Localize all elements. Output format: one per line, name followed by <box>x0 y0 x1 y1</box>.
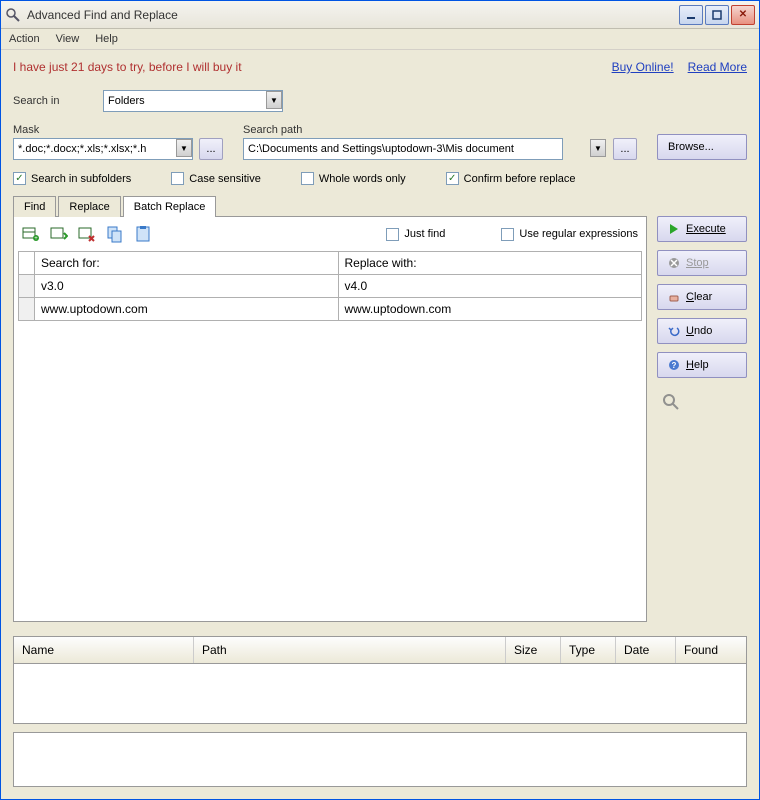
tab-find[interactable]: Find <box>13 196 56 217</box>
menu-action[interactable]: Action <box>9 33 40 45</box>
batch-grid: Search for: Replace with: v3.0 v4.0 www.… <box>14 251 646 325</box>
maximize-button[interactable] <box>705 5 729 25</box>
stop-button[interactable]: Stop <box>657 250 747 276</box>
tab-replace[interactable]: Replace <box>58 196 120 217</box>
batch-toolbar: + Just find Use regular expressions <box>14 217 646 251</box>
batch-panel: + Just find Use regular expressions Sear… <box>13 216 647 622</box>
col-name[interactable]: Name <box>14 637 194 663</box>
undo-button[interactable]: Undo <box>657 318 747 344</box>
undo-icon <box>668 325 680 337</box>
row-selector[interactable] <box>19 298 35 321</box>
magnifier-icon[interactable] <box>661 392 681 412</box>
browse-button[interactable]: Browse... <box>657 134 747 160</box>
copy-icon[interactable] <box>106 225 124 243</box>
search-in-label: Search in <box>13 95 93 107</box>
menubar: Action View Help <box>1 29 759 50</box>
close-button[interactable]: ✕ <box>731 5 755 25</box>
buy-online-link[interactable]: Buy Online! <box>612 60 674 74</box>
search-path-label: Search path <box>243 124 637 136</box>
chevron-down-icon[interactable]: ▼ <box>266 91 282 109</box>
search-path-input[interactable] <box>243 138 563 160</box>
case-sensitive-checkbox[interactable]: Case sensitive <box>171 172 261 185</box>
chevron-down-icon[interactable]: ▼ <box>590 139 606 157</box>
titlebar: Advanced Find and Replace ✕ <box>1 1 759 29</box>
window-title: Advanced Find and Replace <box>27 8 679 22</box>
trial-message: I have just 21 days to try, before I wil… <box>13 60 612 74</box>
chevron-down-icon[interactable]: ▼ <box>176 139 192 157</box>
col-found[interactable]: Found <box>676 637 746 663</box>
help-button[interactable]: ? Help <box>657 352 747 378</box>
grid-empty-area <box>14 325 646 621</box>
app-window: Advanced Find and Replace ✕ Action View … <box>0 0 760 800</box>
options-row: ✓Search in subfolders Case sensitive Who… <box>1 166 759 195</box>
search-in-row: Search in ▼ <box>1 84 759 118</box>
svg-text:+: + <box>34 236 38 242</box>
minimize-button[interactable] <box>679 5 703 25</box>
import-icon[interactable] <box>50 225 68 243</box>
window-controls: ✕ <box>679 5 755 25</box>
cell-search[interactable]: www.uptodown.com <box>35 298 339 321</box>
col-search-for[interactable]: Search for: <box>35 252 339 275</box>
col-path[interactable]: Path <box>194 637 506 663</box>
preview-pane[interactable] <box>13 732 747 787</box>
paste-icon[interactable] <box>134 225 152 243</box>
whole-words-checkbox[interactable]: Whole words only <box>301 172 406 185</box>
delete-row-icon[interactable] <box>78 225 96 243</box>
subfolders-checkbox[interactable]: ✓Search in subfolders <box>13 172 131 185</box>
confirm-replace-checkbox[interactable]: ✓Confirm before replace <box>446 172 576 185</box>
col-replace-with[interactable]: Replace with: <box>338 252 642 275</box>
row-selector[interactable] <box>19 275 35 298</box>
results-list[interactable] <box>13 664 747 724</box>
app-icon <box>5 7 21 23</box>
tabs: Find Replace Batch Replace <box>1 196 759 217</box>
tab-batch-replace[interactable]: Batch Replace <box>123 196 217 217</box>
eraser-icon <box>668 291 680 303</box>
execute-button[interactable]: Execute <box>657 216 747 242</box>
add-row-icon[interactable]: + <box>22 225 40 243</box>
use-regex-checkbox[interactable]: Use regular expressions <box>501 228 638 241</box>
results-header: Name Path Size Type Date Found <box>13 636 747 664</box>
search-in-select[interactable] <box>103 90 283 112</box>
side-buttons: Execute Stop Clear Undo ? Help <box>657 216 747 622</box>
just-find-checkbox[interactable]: Just find <box>386 228 445 241</box>
trial-bar: I have just 21 days to try, before I wil… <box>1 50 759 84</box>
menu-view[interactable]: View <box>56 33 80 45</box>
cell-replace[interactable]: v4.0 <box>338 275 642 298</box>
cell-search[interactable]: v3.0 <box>35 275 339 298</box>
menu-help[interactable]: Help <box>95 33 118 45</box>
path-ellipsis-button[interactable]: ... <box>613 138 637 160</box>
table-row: v3.0 v4.0 <box>19 275 642 298</box>
col-type[interactable]: Type <box>561 637 616 663</box>
mask-ellipsis-button[interactable]: ... <box>199 138 223 160</box>
grid-corner <box>19 252 35 275</box>
table-row: www.uptodown.com www.uptodown.com <box>19 298 642 321</box>
mask-input[interactable] <box>13 138 193 160</box>
col-size[interactable]: Size <box>506 637 561 663</box>
play-icon <box>668 223 680 235</box>
cell-replace[interactable]: www.uptodown.com <box>338 298 642 321</box>
clear-button[interactable]: Clear <box>657 284 747 310</box>
svg-text:?: ? <box>672 361 677 370</box>
main-content: + Just find Use regular expressions Sear… <box>1 216 759 632</box>
help-icon: ? <box>668 359 680 371</box>
read-more-link[interactable]: Read More <box>688 60 747 74</box>
col-date[interactable]: Date <box>616 637 676 663</box>
mask-label: Mask <box>13 124 223 136</box>
stop-icon <box>668 257 680 269</box>
